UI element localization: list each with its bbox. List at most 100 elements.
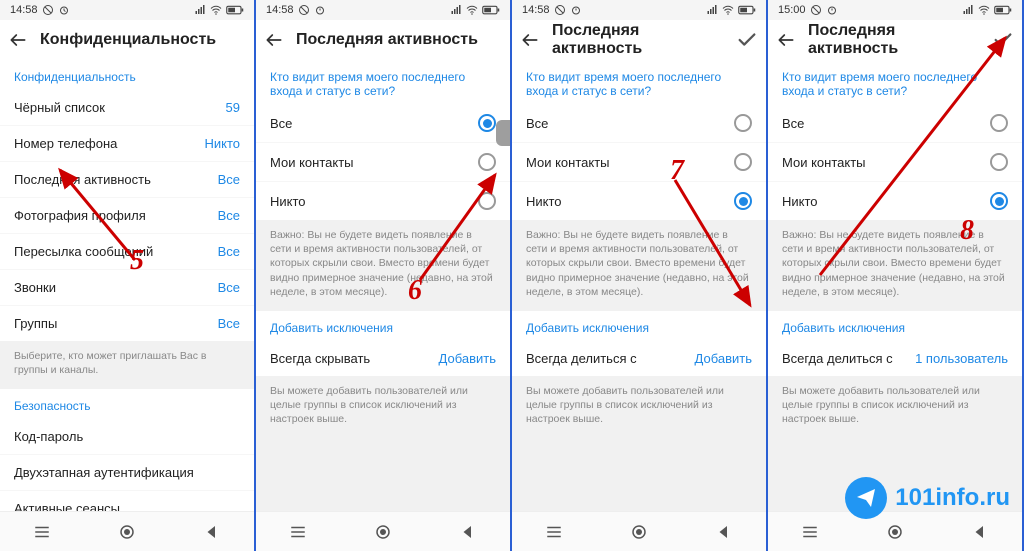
note: Важно: Вы не будете видеть появление в с… xyxy=(256,220,510,311)
signal-icon xyxy=(962,4,974,16)
signal-icon xyxy=(450,4,462,16)
back-icon[interactable] xyxy=(776,30,796,50)
row-label: Фотография профиля xyxy=(14,208,146,223)
radio-all[interactable]: Все xyxy=(768,104,1022,143)
battery-icon xyxy=(994,5,1012,15)
section-exceptions: Добавить исключения xyxy=(768,311,1022,341)
radio-contacts[interactable]: Мои контакты xyxy=(512,143,766,182)
content: Кто видит время моего последнего входа и… xyxy=(512,60,766,511)
row-value: Все xyxy=(218,208,240,223)
row-groups[interactable]: ГруппыВсе xyxy=(0,306,254,341)
nav-back-icon[interactable] xyxy=(203,523,221,541)
row-passcode[interactable]: Код-пароль xyxy=(0,419,254,455)
radio-icon xyxy=(478,114,496,132)
nav-menu-icon[interactable] xyxy=(33,523,51,541)
radio-icon xyxy=(990,153,1008,171)
row-share[interactable]: Всегда делиться с Добавить xyxy=(512,341,766,376)
section-question: Кто видит время моего последнего входа и… xyxy=(768,60,1022,104)
radio-nobody[interactable]: Никто xyxy=(512,182,766,220)
row-label: Всегда скрывать xyxy=(270,351,370,366)
page-title: Конфиденциальность xyxy=(40,31,246,49)
row-value: Никто xyxy=(204,136,240,151)
phone-2: 14:58 Последняя активность Кто видит вре… xyxy=(256,0,512,551)
page-title: Последняя активность xyxy=(296,31,502,49)
row-label: Чёрный список xyxy=(14,100,105,115)
alarm-icon xyxy=(58,4,70,16)
dnd-icon xyxy=(554,4,566,16)
row-blacklist[interactable]: Чёрный список 59 xyxy=(0,90,254,126)
nav-home-icon[interactable] xyxy=(886,523,904,541)
row-sessions[interactable]: Активные сеансы xyxy=(0,491,254,511)
nav-back-icon[interactable] xyxy=(459,523,477,541)
row-last-seen[interactable]: Последняя активностьВсе xyxy=(0,162,254,198)
row-value: Добавить xyxy=(695,351,752,366)
radio-icon xyxy=(990,192,1008,210)
radio-icon xyxy=(478,153,496,171)
info-exceptions: Вы можете добавить пользователей или цел… xyxy=(256,376,510,439)
radio-icon xyxy=(990,114,1008,132)
dnd-icon xyxy=(42,4,54,16)
section-exceptions: Добавить исключения xyxy=(256,311,510,341)
back-icon[interactable] xyxy=(8,30,28,50)
nav-home-icon[interactable] xyxy=(374,523,392,541)
radio-icon xyxy=(478,192,496,210)
row-phone[interactable]: Номер телефона Никто xyxy=(0,126,254,162)
header: Последняя активность xyxy=(512,20,766,60)
row-label: Двухэтапная аутентификация xyxy=(14,465,194,480)
radio-label: Все xyxy=(782,116,804,131)
status-time: 14:58 xyxy=(522,4,550,16)
section-question: Кто видит время моего последнего входа и… xyxy=(256,60,510,104)
row-hide[interactable]: Всегда скрыватьДобавить xyxy=(256,341,510,376)
confirm-icon[interactable] xyxy=(736,29,758,51)
radio-nobody[interactable]: Никто xyxy=(768,182,1022,220)
section-security: Безопасность xyxy=(0,389,254,419)
status-bar: 14:58 xyxy=(512,0,766,20)
phone-3: 14:58 Последняя активность Кто видит вре… xyxy=(512,0,768,551)
header: Последняя активность xyxy=(768,20,1022,60)
signal-icon xyxy=(194,4,206,16)
content: Кто видит время моего последнего входа и… xyxy=(768,60,1022,511)
status-time: 14:58 xyxy=(266,4,294,16)
scroll-handle[interactable] xyxy=(496,120,510,146)
radio-contacts[interactable]: Мои контакты xyxy=(768,143,1022,182)
row-forward[interactable]: Пересылка сообщенийВсе xyxy=(0,234,254,270)
nav-home-icon[interactable] xyxy=(630,523,648,541)
row-value: Все xyxy=(218,244,240,259)
navbar xyxy=(0,511,254,551)
info-groups: Выберите, кто может приглашать Вас в гру… xyxy=(0,341,254,389)
row-calls[interactable]: ЗвонкиВсе xyxy=(0,270,254,306)
row-value: 1 пользователь xyxy=(915,351,1008,366)
back-icon[interactable] xyxy=(264,30,284,50)
nav-home-icon[interactable] xyxy=(118,523,136,541)
nav-menu-icon[interactable] xyxy=(801,523,819,541)
row-value: 59 xyxy=(226,100,240,115)
nav-back-icon[interactable] xyxy=(971,523,989,541)
back-icon[interactable] xyxy=(520,30,540,50)
radio-all[interactable]: Все xyxy=(256,104,510,143)
signal-icon xyxy=(706,4,718,16)
radio-all[interactable]: Все xyxy=(512,104,766,143)
radio-icon xyxy=(734,153,752,171)
radio-nobody[interactable]: Никто xyxy=(256,182,510,220)
confirm-icon[interactable] xyxy=(992,29,1014,51)
row-label: Активные сеансы xyxy=(14,501,120,511)
row-2fa[interactable]: Двухэтапная аутентификация xyxy=(0,455,254,491)
nav-menu-icon[interactable] xyxy=(289,523,307,541)
row-value: Все xyxy=(218,316,240,331)
radio-label: Все xyxy=(270,116,292,131)
row-share[interactable]: Всегда делиться с1 пользователь xyxy=(768,341,1022,376)
status-time: 15:00 xyxy=(778,4,806,16)
status-bar: 14:58 xyxy=(256,0,510,20)
row-label: Номер телефона xyxy=(14,136,117,151)
row-label: Всегда делиться с xyxy=(526,351,637,366)
battery-icon xyxy=(738,5,756,15)
info-exceptions: Вы можете добавить пользователей или цел… xyxy=(768,376,1022,439)
radio-label: Никто xyxy=(526,194,562,209)
radio-label: Мои контакты xyxy=(526,155,610,170)
alarm-icon xyxy=(570,4,582,16)
row-photo[interactable]: Фотография профиля Все xyxy=(0,198,254,234)
battery-icon xyxy=(482,5,500,15)
nav-back-icon[interactable] xyxy=(715,523,733,541)
nav-menu-icon[interactable] xyxy=(545,523,563,541)
radio-contacts[interactable]: Мои контакты xyxy=(256,143,510,182)
